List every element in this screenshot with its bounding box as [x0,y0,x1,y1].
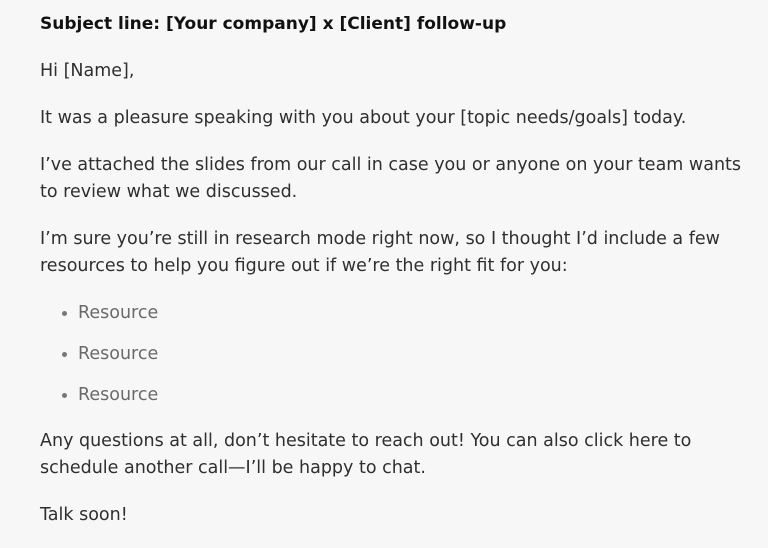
list-item: Resource [62,341,748,368]
resource-list: Resource Resource Resource [40,300,748,409]
list-item: Resource [62,382,748,409]
bullet-icon [62,311,67,316]
list-item: Resource [62,300,748,327]
subject-line: Subject line: [Your company] x [Client] … [40,14,507,34]
paragraph-closing: Any questions at all, don’t hesitate to … [40,431,692,478]
paragraph-intro: It was a pleasure speaking with you abou… [40,108,687,128]
email-template: Subject line: [Your company] x [Client] … [0,0,768,548]
paragraph-resources-intro: I’m sure you’re still in research mode r… [40,229,720,276]
resource-label: Resource [78,344,159,364]
bullet-icon [62,352,67,357]
resource-label: Resource [78,303,159,323]
signoff: Talk soon! [40,505,128,525]
greeting: Hi [Name], [40,61,135,81]
paragraph-slides: I’ve attached the slides from our call i… [40,155,742,202]
bullet-icon [62,393,67,398]
resource-label: Resource [78,385,159,405]
